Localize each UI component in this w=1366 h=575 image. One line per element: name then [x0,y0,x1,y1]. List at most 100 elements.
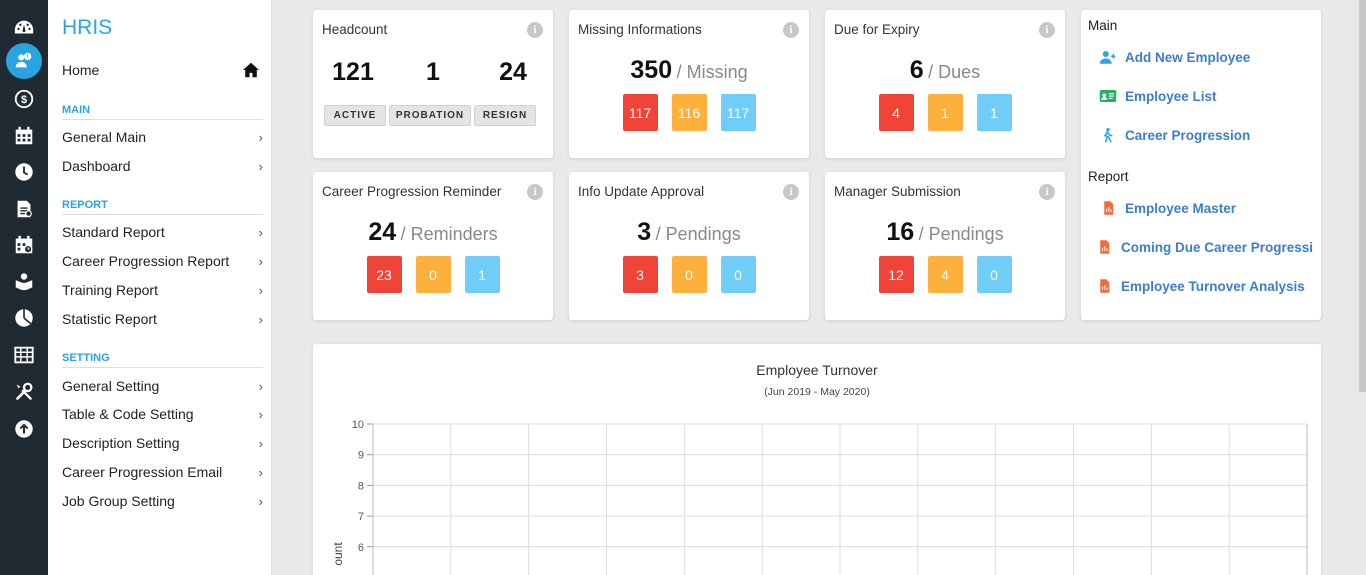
info-update-pills: 3 0 0 [569,256,809,293]
pdf-file-icon [1100,279,1110,293]
employee-master-link[interactable]: Employee Master [1099,200,1236,216]
card-title: Manager Submission [834,184,961,199]
missing-count: 350 [630,56,673,84]
expiry-summary: 6 / Dues [825,56,1065,85]
pill-blue[interactable]: 1 [464,256,500,293]
pill-orange[interactable]: 116 [671,94,707,131]
coming-due-career-link[interactable]: Coming Due Career Progressi [1095,239,1313,255]
pill-orange[interactable]: 1 [927,94,963,131]
nav-section-report: REPORT [62,199,263,215]
table-icon[interactable] [8,339,40,371]
quick-links-main-heading: Main [1088,18,1118,33]
nav-item-label: General Main [62,129,147,145]
pill-blue[interactable]: 0 [976,256,1012,293]
info-icon[interactable]: i [1039,184,1055,200]
nav-home-label: Home [62,62,100,78]
nav-item-training-report[interactable]: Training Report › [62,280,263,300]
headcount-card: Headcount i 121 1 24 ACTIVE PROBATION RE… [313,10,553,158]
pill-blue[interactable]: 0 [720,256,756,293]
pill-red[interactable]: 23 [366,256,402,293]
add-new-employee-link[interactable]: Add New Employee [1099,49,1250,65]
page-scrollbar[interactable] [1359,0,1366,392]
document-icon[interactable] [8,193,40,225]
info-update-unit: / Pendings [655,224,741,244]
nav-home[interactable]: Home [62,62,260,78]
nav-item-table-code-setting[interactable]: Table & Code Setting › [62,404,263,424]
probation-button[interactable]: PROBATION [389,105,471,126]
headcount-active-value: 121 [332,58,374,86]
employee-list-link[interactable]: Employee List [1099,88,1217,104]
upload-icon[interactable] [8,413,40,445]
manager-submission-card: Manager Submission i 16 / Pendings 12 4 … [825,172,1065,320]
info-icon[interactable]: i [527,22,543,38]
dashboard-icon[interactable] [8,12,40,44]
expiry-pills: 4 1 1 [825,94,1065,131]
calendar-icon[interactable] [8,120,40,152]
payroll-icon[interactable]: $ [8,83,40,115]
manager-count: 16 [886,218,915,246]
y-axis-label: ount [331,542,345,566]
employees-icon[interactable]: ! [6,43,42,79]
employee-turnover-chart-card: Employee Turnover (Jun 2019 - May 2020) … [313,344,1321,575]
nav-item-description-setting[interactable]: Description Setting › [62,433,263,453]
pill-red[interactable]: 12 [878,256,914,293]
expiry-count: 6 [909,56,924,84]
nav-item-general-setting[interactable]: General Setting › [62,376,263,396]
pill-orange[interactable]: 0 [671,256,707,293]
missing-unit: / Missing [676,62,748,82]
employee-turnover-analysis-link[interactable]: Employee Turnover Analysis [1095,278,1305,294]
y-tick-label: 9 [358,450,364,462]
nav-item-dashboard[interactable]: Dashboard › [62,156,263,176]
nav-item-label: Statistic Report [62,311,157,327]
nav-item-job-group-setting[interactable]: Job Group Setting › [62,491,263,511]
quick-links-card: Main Add New Employee Employee List Care… [1081,10,1321,320]
nav-item-label: Description Setting [62,435,180,451]
nav-item-standard-report[interactable]: Standard Report › [62,222,263,242]
tools-icon[interactable] [8,376,40,408]
nav-item-career-progression-report[interactable]: Career Progression Report › [62,251,263,271]
chevron-right-icon: › [258,311,263,327]
schedule-icon[interactable] [8,229,40,261]
info-icon[interactable]: i [783,184,799,200]
nav-item-label: Standard Report [62,224,165,240]
manager-summary: 16 / Pendings [825,218,1065,247]
nav-item-statistic-report[interactable]: Statistic Report › [62,309,263,329]
headcount-values: 121 1 24 [313,58,553,87]
nav-item-career-progression-email[interactable]: Career Progression Email › [62,462,263,482]
link-label: Career Progression [1125,127,1251,143]
pill-orange[interactable]: 4 [927,256,963,293]
resign-button[interactable]: RESIGN [474,105,536,126]
career-progression-link[interactable]: Career Progression [1099,127,1250,143]
info-update-summary: 3 / Pendings [569,218,809,247]
link-label: Employee Master [1125,200,1237,216]
link-label: Coming Due Career Progressi [1121,239,1314,255]
pill-red[interactable]: 117 [622,94,658,131]
nav-item-label: Training Report [62,282,158,298]
walking-icon [1103,128,1113,143]
info-icon[interactable]: i [1039,22,1055,38]
chevron-right-icon: › [258,378,263,394]
pill-orange[interactable]: 0 [415,256,451,293]
pill-red[interactable]: 3 [622,256,658,293]
pill-blue[interactable]: 117 [720,94,756,131]
pill-blue[interactable]: 1 [976,94,1012,131]
active-button[interactable]: ACTIVE [324,105,386,126]
career-pills: 23 0 1 [313,256,553,293]
nav-item-label: Table & Code Setting [62,406,194,422]
pie-chart-icon[interactable] [8,302,40,334]
clock-icon[interactable] [8,156,40,188]
chevron-right-icon: › [258,158,263,174]
info-icon[interactable]: i [527,184,543,200]
chevron-right-icon: › [258,282,263,298]
nav-item-general-main[interactable]: General Main › [62,127,263,147]
nav-item-label: General Setting [62,378,160,394]
chevron-right-icon: › [258,493,263,509]
chevron-right-icon: › [258,224,263,240]
pill-red[interactable]: 4 [878,94,914,131]
info-icon[interactable]: i [783,22,799,38]
nav-item-label: Career Progression Report [62,253,230,269]
headcount-probation-value: 1 [426,58,440,86]
career-count: 24 [368,218,397,246]
training-icon[interactable] [8,266,40,298]
card-title: Due for Expiry [834,22,920,37]
